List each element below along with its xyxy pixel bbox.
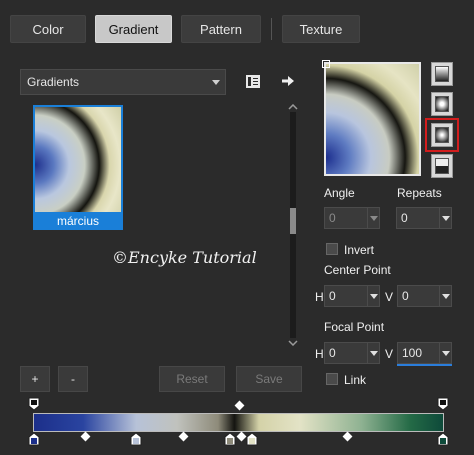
focal-v-label: V — [385, 347, 394, 361]
color-stop-1[interactable] — [28, 432, 40, 446]
focal-v-spinner[interactable]: 100 — [397, 342, 452, 366]
tab-pattern[interactable]: Pattern — [181, 15, 261, 43]
chevron-down-icon — [212, 80, 220, 85]
center-point-handle[interactable] — [322, 60, 330, 68]
add-stop-button[interactable]: + — [20, 366, 50, 392]
gradient-library-dropdown[interactable]: Gradients — [20, 69, 226, 95]
sunburst-type-button[interactable] — [431, 154, 453, 178]
focal-v-dropdown-arrow[interactable] — [440, 342, 452, 364]
center-h-spinner[interactable]: 0 — [324, 285, 380, 307]
color-midpoint-4[interactable] — [342, 431, 353, 442]
library-scrollbar-thumb[interactable] — [290, 208, 296, 234]
focal-h-spinner[interactable]: 0 — [324, 342, 380, 364]
repeats-value[interactable]: 0 — [396, 207, 440, 229]
remove-stop-button[interactable]: - — [58, 366, 88, 392]
color-midpoint-3[interactable] — [236, 431, 247, 442]
color-midpoint-1[interactable] — [80, 431, 91, 442]
opacity-midpoint[interactable] — [234, 400, 245, 411]
center-v-dropdown-arrow[interactable] — [440, 285, 452, 307]
center-h-dropdown-arrow[interactable] — [368, 285, 380, 307]
gradient-preview[interactable] — [324, 62, 421, 176]
tab-gradient[interactable]: Gradient — [95, 15, 172, 43]
center-h-value[interactable]: 0 — [324, 285, 368, 307]
focal-h-label: H — [315, 347, 324, 361]
rectangular-type-button[interactable] — [431, 92, 453, 116]
scroll-down-arrow[interactable] — [287, 338, 299, 348]
center-v-label: V — [385, 290, 394, 304]
color-stop-4[interactable] — [246, 432, 258, 446]
gradient-swatch-name: március — [56, 214, 99, 228]
chevron-up-icon — [288, 104, 298, 110]
library-options-button[interactable] — [242, 70, 264, 92]
watermark-text: ©Encyke Tutorial — [112, 248, 257, 267]
rectangular-gradient-icon — [435, 96, 449, 112]
selected-type-highlight — [425, 118, 459, 152]
opacity-stop-right[interactable] — [437, 397, 449, 411]
focus-underline — [397, 364, 452, 366]
repeats-spinner[interactable]: 0 — [396, 207, 452, 229]
link-label: Link — [344, 373, 367, 387]
center-h-label: H — [315, 290, 324, 304]
focal-v-value[interactable]: 100 — [397, 342, 440, 364]
focal-point-label: Focal Point — [324, 320, 385, 334]
color-stop-2[interactable] — [130, 432, 142, 446]
save-button[interactable]: Save — [236, 366, 302, 392]
chevron-down-icon — [288, 340, 298, 346]
angle-label: Angle — [324, 186, 355, 200]
center-v-spinner[interactable]: 0 — [397, 285, 452, 307]
center-point-label: Center Point — [324, 263, 391, 277]
angle-dropdown-arrow[interactable] — [368, 207, 380, 229]
dropdown-value: Gradients — [27, 75, 80, 89]
sunburst-gradient-icon — [435, 158, 449, 174]
opacity-stop-left[interactable] — [28, 397, 40, 411]
center-v-value[interactable]: 0 — [397, 285, 440, 307]
color-stop-3[interactable] — [224, 432, 236, 446]
gradient-thumbnail — [35, 107, 121, 212]
angle-value[interactable]: 0 — [324, 207, 368, 229]
linear-type-button[interactable] — [431, 62, 453, 86]
gradient-editor-bar[interactable] — [33, 413, 444, 432]
tab-color[interactable]: Color — [10, 15, 86, 43]
repeats-dropdown-arrow[interactable] — [440, 207, 452, 229]
arrow-right-icon — [282, 76, 294, 86]
reset-button[interactable]: Reset — [159, 366, 225, 392]
scroll-up-arrow[interactable] — [287, 102, 299, 112]
tab-separator — [271, 18, 272, 40]
angle-spinner[interactable]: 0 — [324, 207, 380, 229]
gradient-swatch-selected[interactable]: március — [33, 105, 123, 230]
linear-gradient-icon — [435, 66, 449, 82]
repeats-label: Repeats — [397, 186, 442, 200]
tab-texture[interactable]: Texture — [282, 15, 360, 43]
link-checkbox[interactable] — [326, 373, 338, 385]
focal-h-value[interactable]: 0 — [324, 342, 368, 364]
load-gradient-button[interactable] — [277, 70, 299, 92]
invert-label: Invert — [344, 243, 375, 257]
list-icon — [246, 74, 260, 88]
focal-h-dropdown-arrow[interactable] — [368, 342, 380, 364]
color-midpoint-2[interactable] — [178, 431, 189, 442]
color-stop-5[interactable] — [437, 432, 449, 446]
invert-checkbox[interactable] — [326, 243, 338, 255]
